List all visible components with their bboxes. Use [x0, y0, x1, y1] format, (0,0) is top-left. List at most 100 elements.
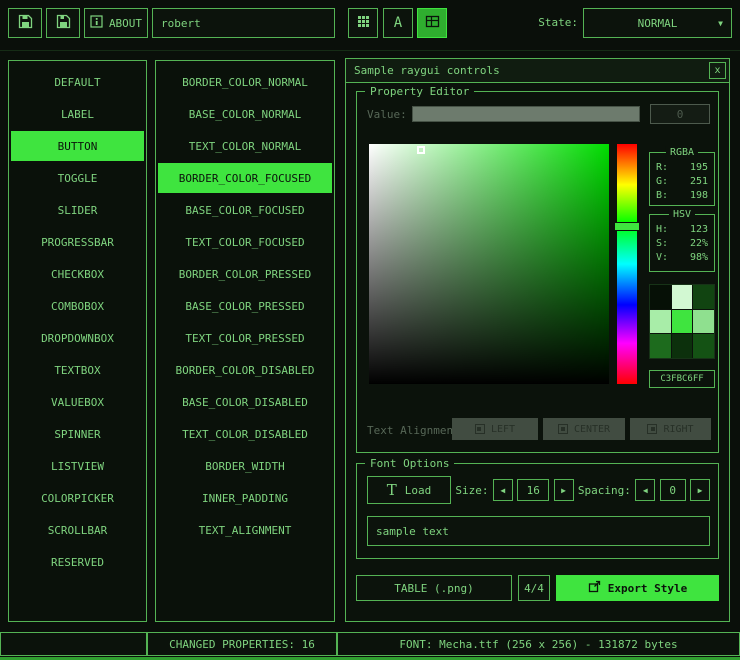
- color-swatch[interactable]: [672, 334, 693, 358]
- hue-slider-handle[interactable]: [614, 222, 640, 231]
- hsv-title: HSV: [669, 208, 695, 221]
- control-item-colorpicker[interactable]: COLORPICKER: [11, 483, 144, 513]
- color-swatch[interactable]: [650, 334, 671, 358]
- hex-color-value: C3FBC6FF: [660, 374, 703, 384]
- hex-color-input[interactable]: C3FBC6FF: [649, 370, 715, 388]
- arrow-left-icon: ◀: [643, 486, 648, 495]
- spacing-decrease-button[interactable]: ◀: [635, 479, 655, 501]
- close-icon: x: [714, 65, 720, 76]
- control-item-default[interactable]: DEFAULT: [11, 67, 144, 97]
- export-style-button[interactable]: Export Style: [556, 575, 719, 601]
- font-options-title: Font Options: [365, 456, 454, 471]
- rgba-group: RGBA R: 195 G: 251 B: 198: [649, 152, 715, 206]
- export-format-dropdown[interactable]: TABLE (.png): [356, 575, 512, 601]
- style-table-view-button[interactable]: [417, 8, 447, 38]
- align-center-icon: [558, 424, 568, 434]
- rgba-row-g: G: 251: [656, 175, 708, 189]
- property-item[interactable]: BASE_COLOR_DISABLED: [158, 387, 332, 417]
- size-decrease-button[interactable]: ◀: [493, 479, 513, 501]
- about-button[interactable]: ABOUT: [84, 8, 148, 38]
- control-item-progressbar[interactable]: PROGRESSBAR: [11, 227, 144, 257]
- s-label: S:: [656, 237, 668, 251]
- property-item[interactable]: TEXT_COLOR_NORMAL: [158, 131, 332, 161]
- text-alignment-label: Text Alignment: [367, 424, 460, 437]
- property-item[interactable]: BASE_COLOR_NORMAL: [158, 99, 332, 129]
- control-item-button[interactable]: BUTTON: [11, 131, 144, 161]
- grid-icon: [357, 15, 370, 31]
- window-titlebar[interactable]: Sample raygui controls x: [346, 59, 729, 83]
- size-increase-button[interactable]: ▶: [554, 479, 574, 501]
- b-label: B:: [656, 189, 668, 203]
- r-value: 195: [690, 161, 708, 175]
- property-item[interactable]: TEXT_ALIGNMENT: [158, 515, 332, 545]
- sample-text-input[interactable]: [367, 516, 710, 546]
- property-item-selected[interactable]: BORDER_COLOR_FOCUSED: [158, 163, 332, 193]
- control-item-toggle[interactable]: TOGGLE: [11, 163, 144, 193]
- g-label: G:: [656, 175, 668, 189]
- state-dropdown[interactable]: NORMAL ▼: [583, 8, 732, 38]
- color-swatch[interactable]: [672, 285, 693, 309]
- load-font-button[interactable]: T Load: [367, 476, 451, 504]
- control-item-combobox[interactable]: COMBOBOX: [11, 291, 144, 321]
- control-item-textbox[interactable]: TEXTBOX: [11, 355, 144, 385]
- color-swatch[interactable]: [650, 285, 671, 309]
- statusbar-left: [0, 632, 147, 656]
- value-button: 0: [650, 104, 710, 124]
- property-item[interactable]: BORDER_COLOR_DISABLED: [158, 355, 332, 385]
- control-item-label[interactable]: LABEL: [11, 99, 144, 129]
- style-name-input[interactable]: [152, 8, 335, 38]
- hsv-row-h: H: 123: [656, 223, 708, 237]
- rgba-row-b: B: 198: [656, 189, 708, 203]
- color-swatch[interactable]: [693, 334, 714, 358]
- value-slider[interactable]: [412, 106, 640, 122]
- color-swatch[interactable]: [693, 285, 714, 309]
- control-item-listview[interactable]: LISTVIEW: [11, 451, 144, 481]
- state-value: NORMAL: [638, 17, 678, 30]
- property-item[interactable]: INNER_PADDING: [158, 483, 332, 513]
- control-item-scrollbar[interactable]: SCROLLBAR: [11, 515, 144, 545]
- control-item-slider[interactable]: SLIDER: [11, 195, 144, 225]
- save-style-as-button[interactable]: [46, 8, 80, 38]
- control-item-checkbox[interactable]: CHECKBOX: [11, 259, 144, 289]
- save-style-button[interactable]: [8, 8, 42, 38]
- about-label: ABOUT: [109, 17, 142, 30]
- property-item[interactable]: TEXT_COLOR_FOCUSED: [158, 227, 332, 257]
- r-label: R:: [656, 161, 668, 175]
- property-item[interactable]: BASE_COLOR_FOCUSED: [158, 195, 332, 225]
- rguistyler-app: ABOUT A State: NORMAL ▼ DEFAULT LABEL BU…: [0, 0, 740, 660]
- property-item[interactable]: BORDER_COLOR_PRESSED: [158, 259, 332, 289]
- align-right-button[interactable]: RIGHT: [630, 418, 711, 440]
- export-style-label: Export Style: [608, 582, 687, 595]
- property-item[interactable]: BORDER_COLOR_NORMAL: [158, 67, 332, 97]
- color-picker-panel[interactable]: [369, 144, 609, 384]
- control-item-valuebox[interactable]: VALUEBOX: [11, 387, 144, 417]
- grid-view-button[interactable]: [348, 8, 378, 38]
- hue-bar[interactable]: [617, 144, 637, 384]
- font-a-label: A: [394, 15, 402, 31]
- load-font-label: Load: [405, 484, 432, 497]
- state-label: State:: [528, 8, 578, 38]
- color-swatch[interactable]: [693, 310, 714, 334]
- spacing-value[interactable]: 0: [660, 479, 686, 501]
- control-item-dropdownbox[interactable]: DROPDOWNBOX: [11, 323, 144, 353]
- color-swatch[interactable]: [672, 310, 693, 334]
- color-picker-cursor[interactable]: [417, 146, 425, 154]
- table-image-icon: [425, 14, 440, 32]
- property-item[interactable]: TEXT_COLOR_DISABLED: [158, 419, 332, 449]
- size-value[interactable]: 16: [517, 479, 549, 501]
- font-options-group: Font Options T Load Size: ◀ 16 ▶ Spacing…: [356, 463, 719, 559]
- align-center-button[interactable]: CENTER: [543, 418, 625, 440]
- property-item[interactable]: BASE_COLOR_PRESSED: [158, 291, 332, 321]
- export-icon: [588, 580, 601, 596]
- align-right-icon: [647, 424, 657, 434]
- property-item[interactable]: BORDER_WIDTH: [158, 451, 332, 481]
- control-item-spinner[interactable]: SPINNER: [11, 419, 144, 449]
- font-view-button[interactable]: A: [383, 8, 413, 38]
- align-left-button[interactable]: LEFT: [452, 418, 538, 440]
- close-button[interactable]: x: [709, 62, 726, 79]
- property-item[interactable]: TEXT_COLOR_PRESSED: [158, 323, 332, 353]
- spacing-increase-button[interactable]: ▶: [690, 479, 710, 501]
- size-value-text: 16: [527, 484, 540, 497]
- control-item-reserved[interactable]: RESERVED: [11, 547, 144, 577]
- color-swatch[interactable]: [650, 310, 671, 334]
